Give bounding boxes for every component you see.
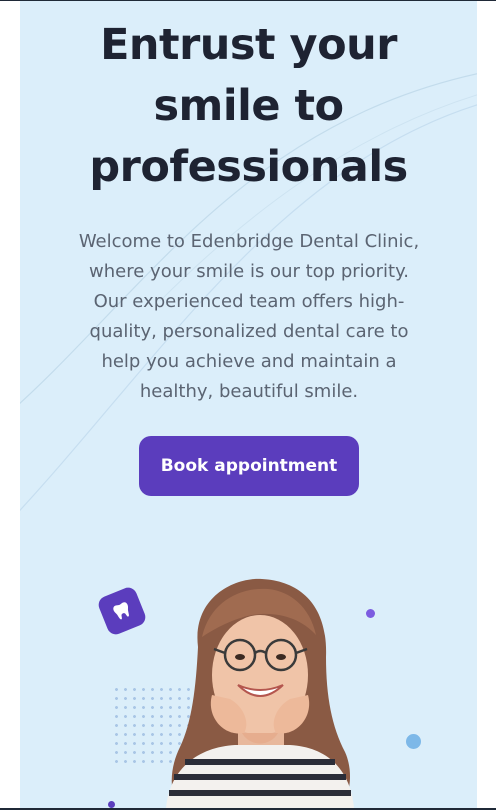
- hero-description: Welcome to Edenbridge Dental Clinic, whe…: [78, 231, 420, 402]
- small-dot-decoration: [108, 801, 115, 808]
- hero-title-line-3: professionals: [89, 142, 408, 192]
- book-appointment-button[interactable]: Book appointment: [139, 436, 359, 496]
- hero-section: Entrust your smile to professionals Welc…: [20, 1, 477, 808]
- smiling-woman-portrait: [166, 578, 354, 808]
- hero-title: Entrust your smile to professionals: [20, 15, 477, 198]
- hero-title-line-1: Entrust your: [100, 20, 397, 70]
- tooth-icon: [113, 602, 129, 620]
- hero-title-line-2: smile to: [153, 81, 344, 131]
- blue-dot-decoration: [406, 734, 421, 749]
